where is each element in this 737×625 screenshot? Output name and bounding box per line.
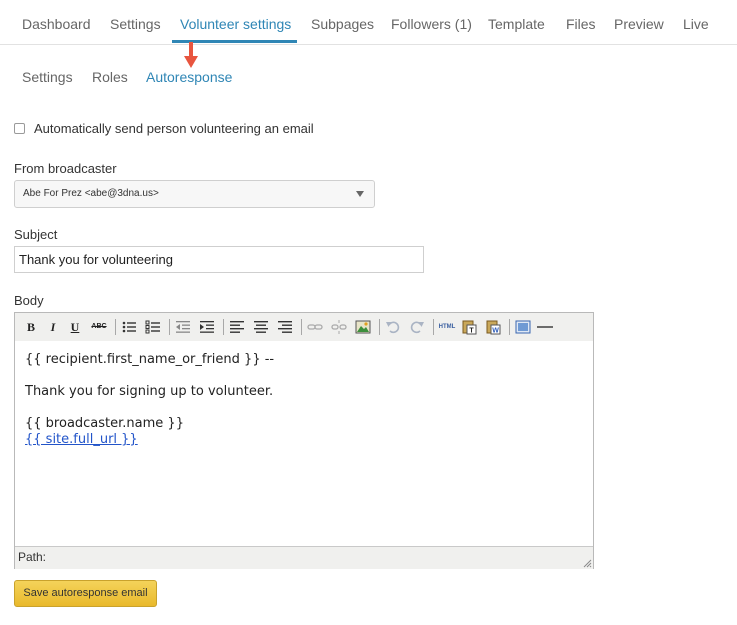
- numbered-list-icon[interactable]: [145, 319, 161, 335]
- indent-icon[interactable]: [199, 319, 215, 335]
- align-left-icon[interactable]: [229, 319, 245, 335]
- tab-followers[interactable]: Followers (1): [391, 16, 472, 32]
- subtab-autoresponse[interactable]: Autoresponse: [146, 69, 232, 85]
- save-autoresponse-button[interactable]: Save autoresponse email: [14, 580, 157, 607]
- horizontal-rule-icon[interactable]: [537, 319, 553, 335]
- tab-template[interactable]: Template: [488, 16, 545, 32]
- tab-files[interactable]: Files: [566, 16, 596, 32]
- bold-button[interactable]: B: [23, 319, 39, 335]
- toolbar-separator: [301, 319, 302, 335]
- toolbar-separator: [169, 319, 170, 335]
- tab-volunteer-settings[interactable]: Volunteer settings: [180, 16, 291, 32]
- toolbar-separator: [115, 319, 116, 335]
- main-tabs: Dashboard Settings Volunteer settings Su…: [0, 0, 737, 45]
- tab-subpages[interactable]: Subpages: [311, 16, 374, 32]
- arrow-down-icon: [184, 42, 198, 68]
- path-label: Path:: [18, 550, 47, 564]
- paste-word-icon[interactable]: W: [485, 319, 501, 335]
- body-label: Body: [14, 293, 44, 308]
- auto-send-label: Automatically send person volunteering a…: [34, 121, 314, 136]
- underline-button[interactable]: U: [67, 319, 83, 335]
- align-center-icon[interactable]: [253, 319, 269, 335]
- body-line-thanks: Thank you for signing up to volunteer.: [25, 384, 274, 399]
- toolbar-separator: [509, 319, 510, 335]
- chevron-down-icon: [356, 191, 364, 197]
- subtab-settings[interactable]: Settings: [22, 69, 73, 85]
- redo-icon[interactable]: [409, 319, 425, 335]
- from-broadcaster-label: From broadcaster: [14, 161, 117, 176]
- editor-statusbar: Path:: [15, 546, 593, 569]
- tab-dashboard[interactable]: Dashboard: [22, 16, 91, 32]
- fullscreen-icon[interactable]: [515, 319, 531, 335]
- from-broadcaster-value: Abe For Prez <abe@3dna.us>: [23, 188, 159, 199]
- strikethrough-button[interactable]: ABC: [89, 319, 109, 335]
- link-icon[interactable]: [307, 319, 323, 335]
- html-source-button[interactable]: HTML: [437, 319, 457, 335]
- subject-label: Subject: [14, 227, 58, 242]
- unlink-icon[interactable]: [331, 319, 347, 335]
- auto-send-checkbox[interactable]: [14, 123, 25, 134]
- toolbar-separator: [433, 319, 434, 335]
- tab-preview[interactable]: Preview: [614, 16, 664, 32]
- from-broadcaster-select[interactable]: Abe For Prez <abe@3dna.us>: [14, 180, 375, 208]
- paste-text-icon[interactable]: T: [461, 319, 477, 335]
- align-right-icon[interactable]: [277, 319, 293, 335]
- tab-settings[interactable]: Settings: [110, 16, 161, 32]
- toolbar-separator: [223, 319, 224, 335]
- tab-live[interactable]: Live: [683, 16, 709, 32]
- subtab-roles[interactable]: Roles: [92, 69, 128, 85]
- outdent-icon[interactable]: [175, 319, 191, 335]
- svg-text:W: W: [492, 328, 499, 335]
- editor-toolbar: B I U ABC HTML T W: [15, 313, 593, 342]
- subject-input[interactable]: [14, 246, 424, 273]
- undo-icon[interactable]: [385, 319, 401, 335]
- toolbar-separator: [379, 319, 380, 335]
- resize-handle-icon[interactable]: [582, 558, 592, 568]
- bullet-list-icon[interactable]: [121, 319, 137, 335]
- svg-text:T: T: [469, 328, 474, 335]
- body-line-greeting: {{ recipient.first_name_or_friend }} --: [25, 352, 275, 367]
- body-editor: B I U ABC HTML T W {{recipient.first_na…: [14, 312, 594, 569]
- body-line-site-link[interactable]: {{ site.full_url }}: [25, 432, 138, 447]
- body-line-broadcaster: {{ broadcaster.name }}: [25, 416, 184, 431]
- italic-button[interactable]: I: [45, 319, 61, 335]
- editor-content[interactable]: {{ recipient.first_name_or_friend }} -- …: [15, 341, 593, 546]
- image-icon[interactable]: [355, 319, 371, 335]
